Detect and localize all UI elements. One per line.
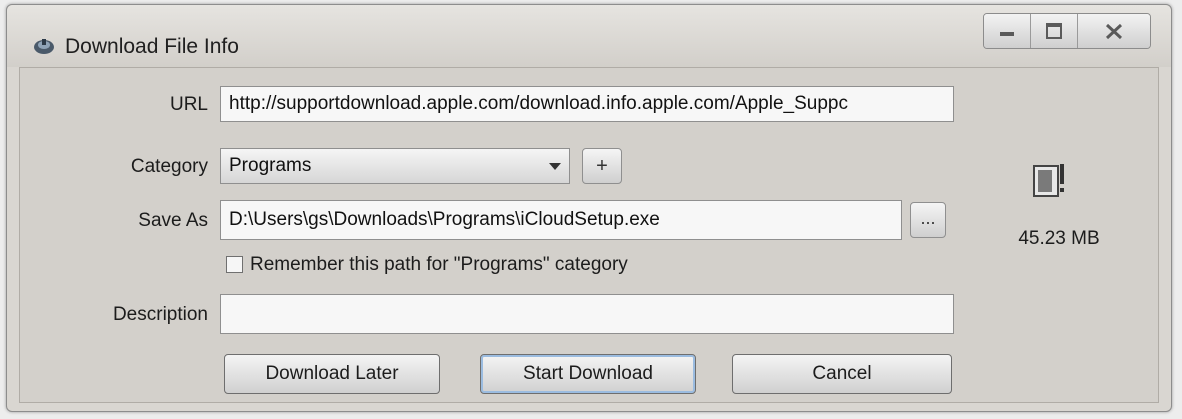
cancel-button[interactable]: Cancel <box>732 354 952 394</box>
start-download-button[interactable]: Start Download <box>480 354 696 394</box>
file-icon <box>1033 164 1064 197</box>
close-icon <box>1105 23 1123 40</box>
window-controls <box>983 13 1151 49</box>
category-select[interactable]: Programs <box>220 148 570 184</box>
dialog-body: URL http://supportdownload.apple.com/dow… <box>19 67 1159 403</box>
save-as-field[interactable]: D:\Users\gs\Downloads\Programs\iCloudSet… <box>220 200 902 240</box>
minimize-icon <box>1000 32 1014 36</box>
dropdown-arrow-icon <box>549 163 561 170</box>
minimize-button[interactable] <box>984 14 1031 48</box>
url-label: URL <box>169 94 208 115</box>
maximize-button[interactable] <box>1031 14 1078 48</box>
download-file-info-dialog: Download File Info URL http://supportdow… <box>6 4 1172 412</box>
description-label: Description <box>112 304 208 325</box>
remember-path-label: Remember this path for "Programs" catego… <box>250 254 628 275</box>
app-icon <box>34 39 54 54</box>
browse-label: ... <box>920 208 936 228</box>
close-button[interactable] <box>1078 14 1150 48</box>
description-field[interactable] <box>220 294 954 334</box>
add-category-label: + <box>596 155 608 177</box>
add-category-button[interactable]: + <box>582 148 622 184</box>
download-later-button[interactable]: Download Later <box>224 354 440 394</box>
url-field[interactable]: http://supportdownload.apple.com/downloa… <box>220 86 954 122</box>
maximize-icon <box>1046 23 1062 39</box>
category-label: Category <box>130 156 208 177</box>
save-as-label: Save As <box>138 210 208 231</box>
category-selected-value: Programs <box>229 155 312 176</box>
file-size: 45.23 MB <box>1018 228 1100 249</box>
remember-path-checkbox[interactable] <box>226 256 243 273</box>
title-bar[interactable]: Download File Info <box>7 5 1171 67</box>
window-title: Download File Info <box>65 35 239 58</box>
browse-button[interactable]: ... <box>910 202 946 238</box>
